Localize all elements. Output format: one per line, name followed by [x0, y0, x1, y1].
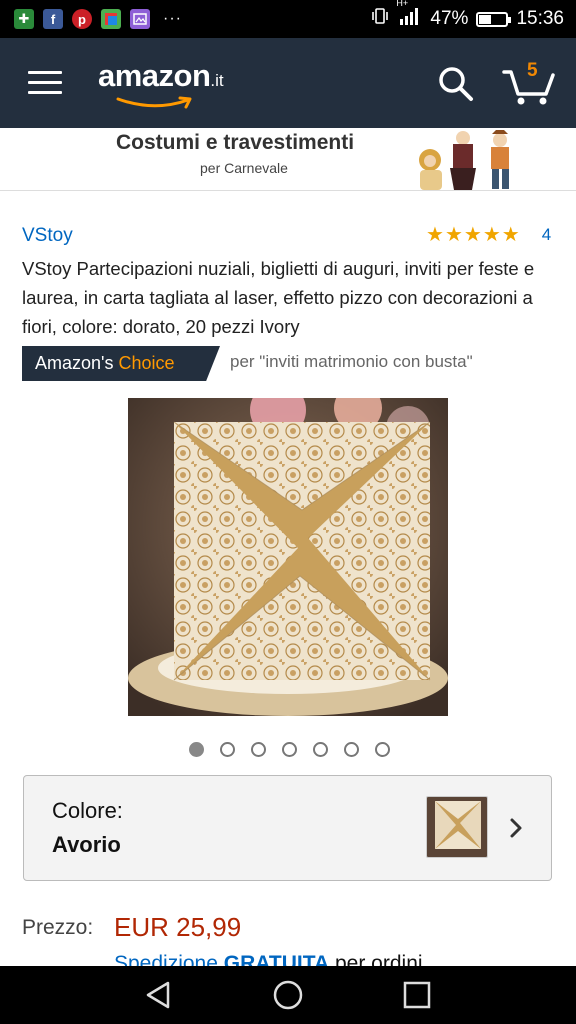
banner-title: Costumi e travestimenti: [116, 131, 355, 154]
product-image[interactable]: [128, 382, 448, 716]
cart-icon[interactable]: 5: [500, 60, 556, 106]
carousel-dot[interactable]: [344, 742, 359, 757]
choice-badge-word: Choice: [118, 353, 175, 373]
product-title: VStoy Partecipazioni nuziali, biglietti …: [22, 258, 535, 337]
hamburger-menu-icon[interactable]: [28, 71, 62, 95]
chevron-right-icon: [510, 818, 522, 838]
network-type-label: H+: [396, 0, 409, 8]
cart-count-badge: 5: [527, 60, 538, 81]
system-nav-bar: [0, 966, 576, 1024]
image-app-icon: [130, 9, 150, 29]
star-icon: ★: [501, 224, 520, 246]
signal-icon: H+: [396, 0, 422, 32]
star-icon: ★: [482, 224, 501, 246]
amazon-logo[interactable]: amazon.it: [98, 58, 224, 109]
color-label: Colore:: [52, 798, 123, 823]
star-rating: ★ ★ ★ ★ ★: [426, 225, 520, 245]
back-icon[interactable]: [144, 980, 174, 1010]
recent-apps-icon[interactable]: [402, 980, 432, 1010]
facebook-icon: f: [43, 9, 63, 29]
carousel-dot[interactable]: [282, 742, 297, 757]
battery-icon: [476, 11, 512, 27]
battery-percent: 47%: [430, 8, 469, 29]
choice-badge-prefix: Amazon's: [35, 353, 114, 373]
star-icon: ★: [444, 224, 463, 246]
vibrate-icon: [370, 6, 390, 32]
home-icon[interactable]: [273, 980, 303, 1010]
star-icon: ★: [463, 224, 482, 246]
promo-banner[interactable]: Costumi e travestimenti per Carnevale: [0, 128, 576, 191]
price-label: Prezzo:: [22, 916, 94, 939]
choice-keyword: per "inviti matrimonio con busta": [230, 352, 473, 371]
more-notifications-icon: ···: [163, 10, 182, 27]
pinterest-icon: p: [72, 9, 92, 29]
price-value: EUR 25,99: [114, 912, 242, 942]
carousel-dot[interactable]: [220, 742, 235, 757]
banner-subtitle: per Carnevale: [200, 160, 288, 176]
logo-smile-icon: [116, 96, 192, 109]
brand-link[interactable]: VStoy: [22, 225, 73, 247]
carousel-dot[interactable]: [313, 742, 328, 757]
color-swatch-image: [426, 796, 488, 858]
star-icon: ★: [426, 224, 444, 246]
rating[interactable]: ★ ★ ★ ★ ★ 4: [426, 225, 551, 245]
puzzle-app-icon: ✚: [14, 9, 34, 29]
carousel-dot[interactable]: [251, 742, 266, 757]
carousel-dot[interactable]: [375, 742, 390, 757]
status-bar: ✚ f p ··· H+ 47% 15:36: [0, 0, 576, 38]
costume-children-image: [419, 130, 509, 190]
app-header: amazon.it 5: [0, 38, 576, 128]
search-icon[interactable]: [436, 64, 476, 104]
carousel-dot[interactable]: [189, 742, 204, 757]
color-selector[interactable]: Colore: Avorio: [23, 775, 552, 881]
logo-tld: .it: [210, 71, 224, 90]
color-value: Avorio: [52, 832, 121, 857]
rating-count: 4: [541, 225, 552, 244]
logo-text: amazon: [98, 58, 211, 93]
gallery-app-icon: [101, 9, 121, 29]
image-carousel-dots[interactable]: [189, 742, 390, 757]
clock: 15:36: [516, 8, 564, 29]
